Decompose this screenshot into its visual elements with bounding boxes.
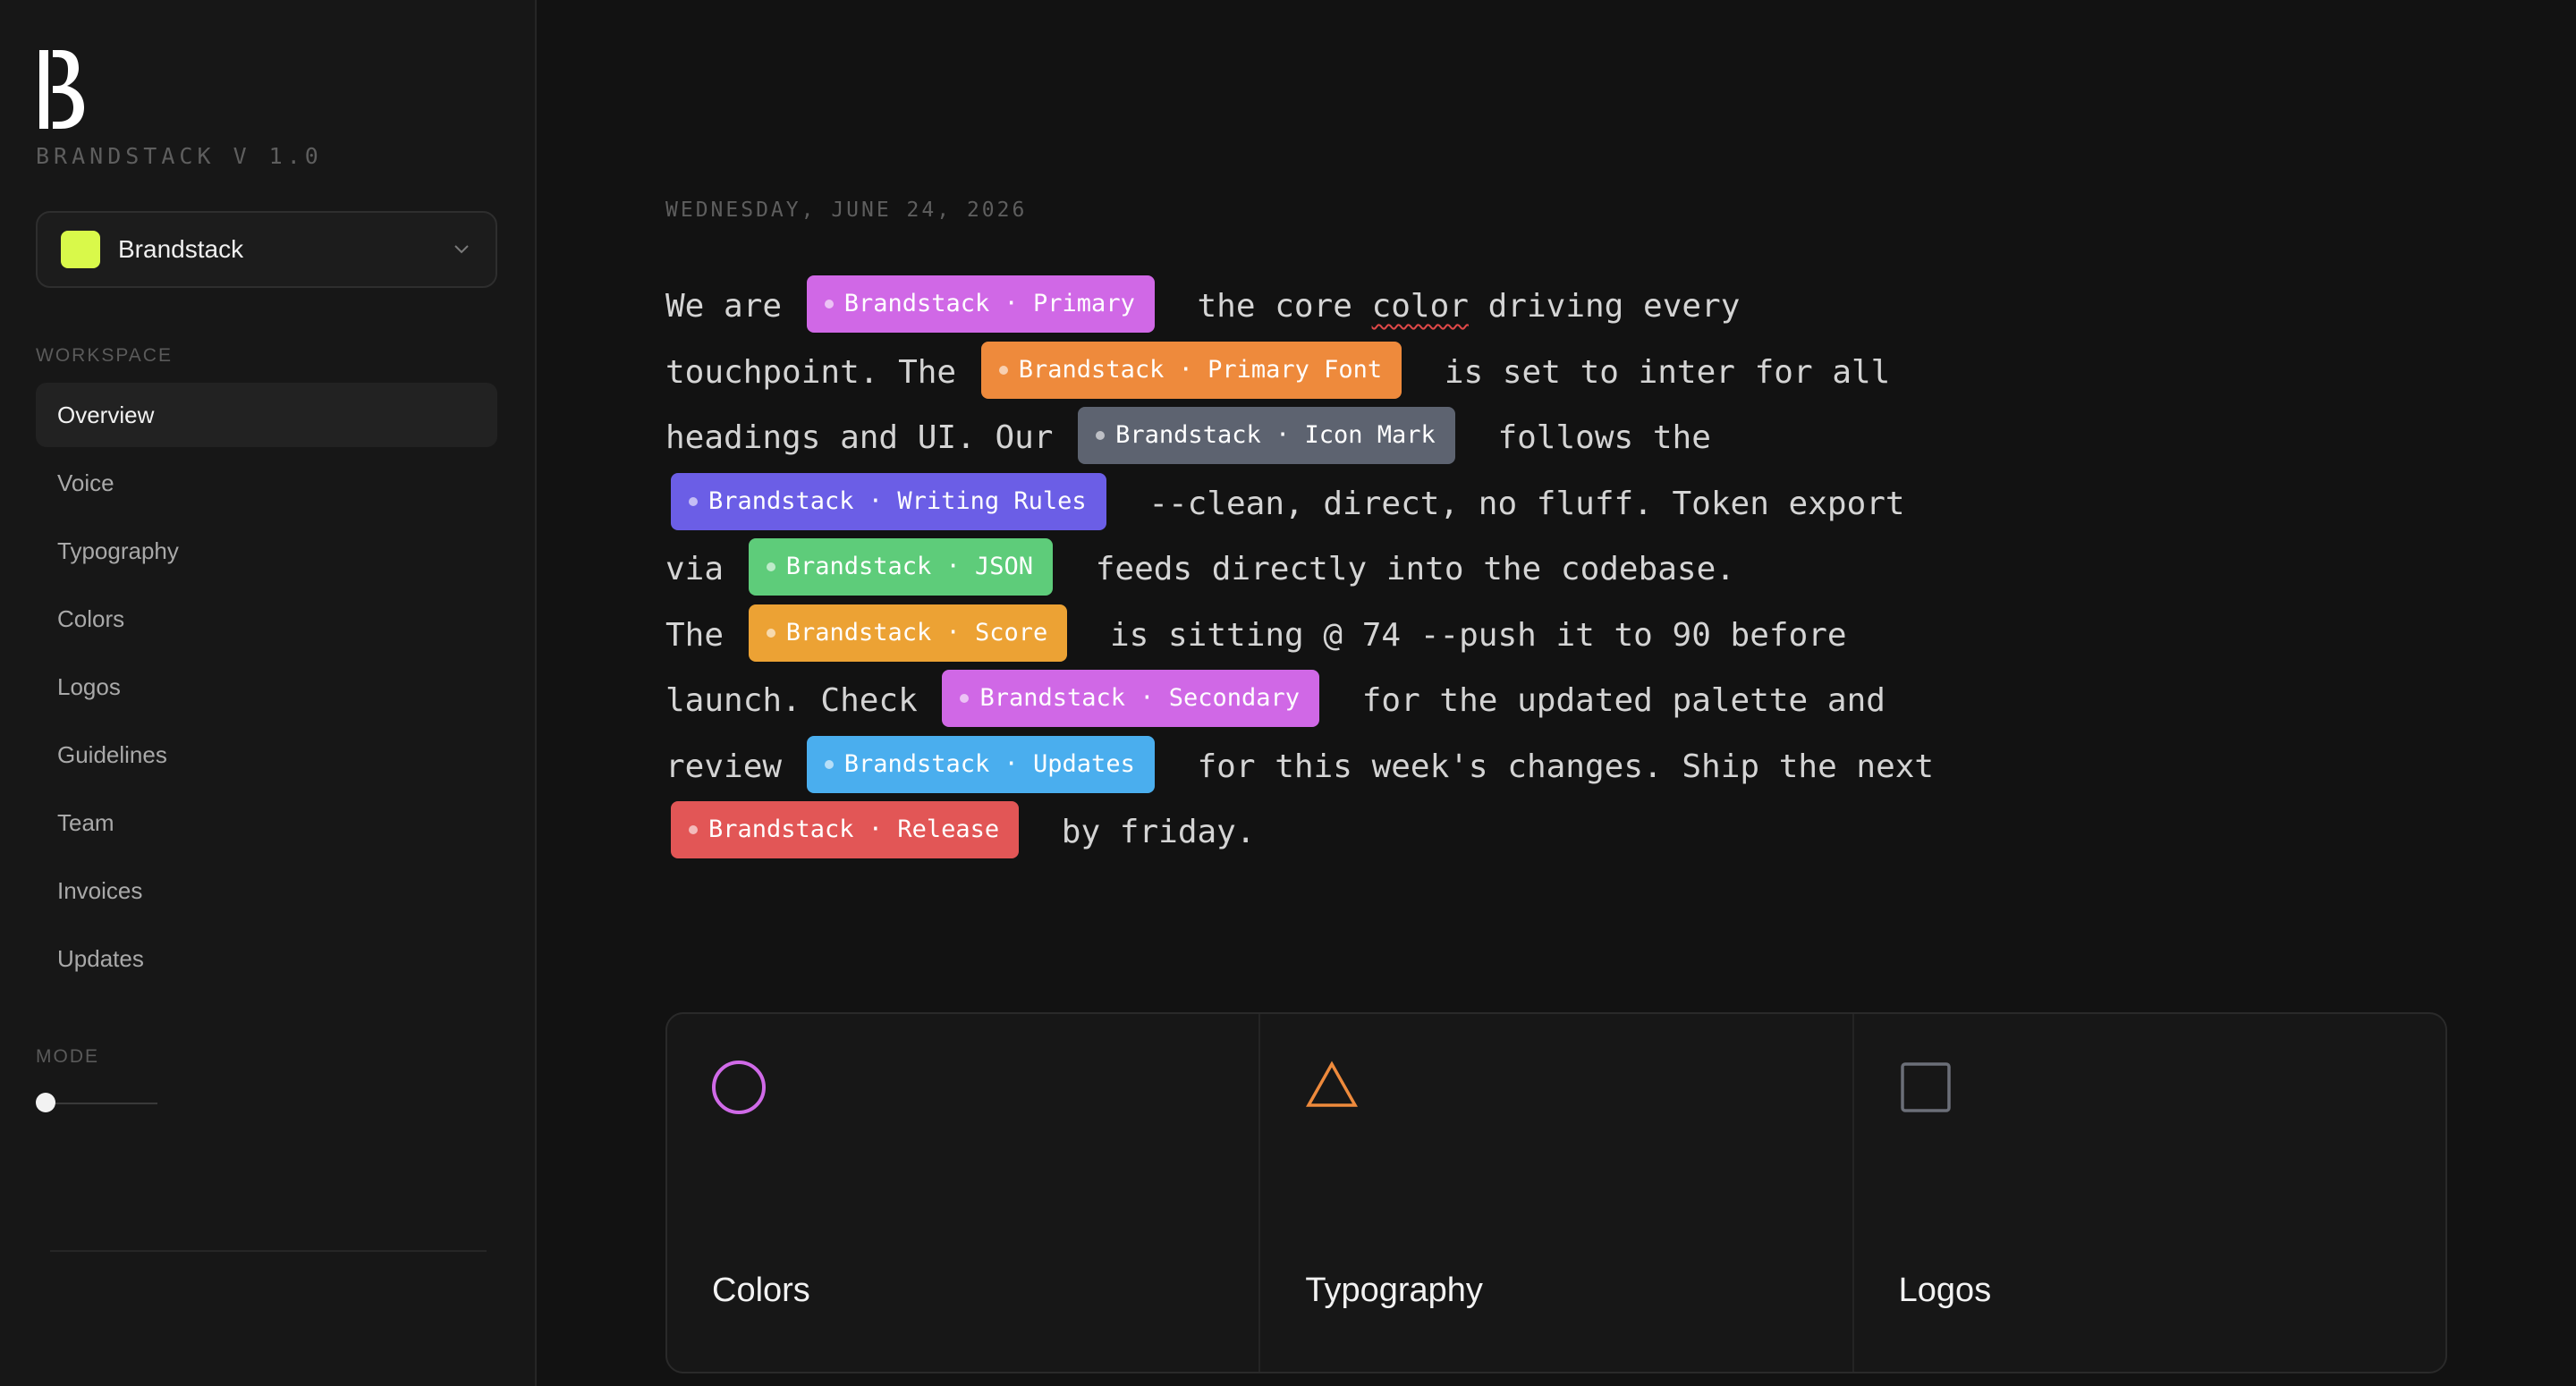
mode-toggle-track — [47, 1103, 157, 1104]
tag-secondary[interactable]: Brandstack · Secondary — [942, 670, 1320, 727]
prose-text: follows the — [1478, 419, 1711, 456]
prose-text: We are — [665, 288, 801, 325]
nav-item-overview[interactable]: Overview — [36, 383, 497, 447]
sidebar-divider — [50, 1250, 487, 1252]
tag-dot — [689, 496, 698, 506]
nav-item-guidelines[interactable]: Guidelines — [36, 723, 497, 787]
workspace-select[interactable]: Brandstack — [36, 211, 497, 288]
tag-dot — [1096, 431, 1106, 440]
prose-text: The — [665, 616, 743, 654]
prose-text-misspelled: color — [1371, 288, 1469, 325]
tag-label: Brandstack · Icon Mark — [1115, 421, 1436, 450]
tag-release[interactable]: Brandstack · Release — [671, 801, 1020, 858]
brandstack-logo-icon — [39, 50, 84, 129]
nav-item-typography[interactable]: Typography — [36, 519, 497, 583]
mode-toggle-knob[interactable] — [36, 1093, 55, 1112]
tag-dot — [766, 628, 775, 638]
tag-label: Brandstack · Score — [785, 618, 1048, 647]
prose-text: feeds directly into the codebase. — [1076, 551, 1735, 587]
mode-section-label: MODE — [36, 1046, 99, 1067]
version-label: BRANDSTACK V 1.0 — [36, 143, 323, 169]
nav-item-colors[interactable]: Colors — [36, 587, 497, 651]
date-label: WEDNESDAY, JUNE 24, 2026 — [665, 199, 1028, 222]
tag-dot — [824, 759, 834, 769]
tag-label: Brandstack · Primary Font — [1018, 355, 1383, 384]
tag-dot — [689, 825, 698, 834]
nav-item-logos[interactable]: Logos — [36, 655, 497, 719]
tag-icon-mark[interactable]: Brandstack · Icon Mark — [1078, 407, 1455, 464]
card-colors[interactable]: Colors — [667, 1014, 1261, 1372]
tag-updates[interactable]: Brandstack · Updates — [806, 735, 1155, 793]
brand-summary-text: We are Brandstack · Primary the core col… — [665, 274, 1953, 866]
tag-writing-rules[interactable]: Brandstack · Writing Rules — [671, 472, 1106, 530]
mode-toggle[interactable] — [36, 1091, 157, 1116]
workspace-section-label: WORKSPACE — [36, 345, 173, 366]
tag-label: Brandstack · Updates — [843, 749, 1135, 778]
tag-primary[interactable]: Brandstack · Primary — [806, 275, 1155, 333]
nav-item-updates[interactable]: Updates — [36, 926, 497, 991]
tag-label: Brandstack · Primary — [843, 290, 1135, 318]
tag-label: Brandstack · Release — [708, 816, 1000, 844]
sidebar: BRANDSTACK V 1.0 Brandstack WORKSPACE Ov… — [0, 0, 537, 1386]
card-title: Logos — [1898, 1272, 1992, 1309]
workspace-swatch — [61, 231, 100, 268]
section-cards: Colors Typography Logos — [665, 1012, 2447, 1373]
card-title: Colors — [712, 1272, 810, 1309]
prose-text: for this week's changes. Ship the next — [1177, 748, 1935, 785]
nav-item-voice[interactable]: Voice — [36, 451, 497, 515]
tag-score[interactable]: Brandstack · Score — [748, 604, 1068, 662]
nav-item-team[interactable]: Team — [36, 790, 497, 855]
prose-text: by friday. — [1042, 814, 1256, 850]
triangle-icon — [1306, 1061, 1359, 1107]
tag-label: Brandstack · Secondary — [979, 684, 1301, 713]
tag-dot — [998, 365, 1008, 375]
tag-json[interactable]: Brandstack · JSON — [748, 538, 1054, 596]
tag-dot — [766, 562, 775, 571]
card-typography[interactable]: Typography — [1260, 1014, 1854, 1372]
prose-text: the core — [1177, 288, 1372, 325]
square-icon — [1900, 1062, 1951, 1112]
card-logos[interactable]: Logos — [1854, 1014, 2445, 1372]
tag-primary-font[interactable]: Brandstack · Primary Font — [980, 341, 1402, 399]
tag-label: Brandstack · Writing Rules — [708, 486, 1087, 515]
nav-item-invoices[interactable]: Invoices — [36, 858, 497, 923]
tag-dot — [960, 694, 970, 703]
circle-icon — [712, 1061, 766, 1114]
chevron-down-icon — [454, 245, 469, 254]
card-title: Typography — [1305, 1272, 1483, 1309]
tag-dot — [824, 300, 834, 308]
workspace-name: Brandstack — [118, 235, 244, 263]
tag-label: Brandstack · JSON — [785, 553, 1034, 581]
